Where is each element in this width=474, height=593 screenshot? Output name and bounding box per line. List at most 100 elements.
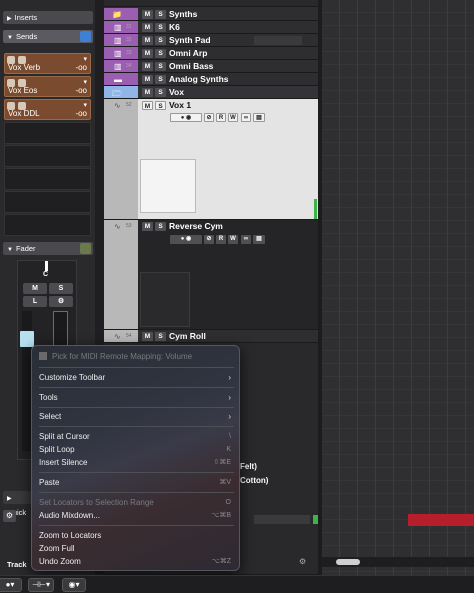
send-level[interactable]: -oo xyxy=(75,86,87,95)
mute-button[interactable]: M xyxy=(142,101,153,110)
solo-button[interactable]: S xyxy=(155,23,166,32)
menu-item-zoom-to-locators[interactable]: Zoom to Locators xyxy=(39,529,234,542)
mute-button[interactable]: M xyxy=(142,88,153,97)
mute-button[interactable]: M xyxy=(142,49,153,58)
audio-event[interactable] xyxy=(408,514,474,526)
mute-button[interactable]: M xyxy=(142,23,153,32)
snap-type-dropdown[interactable]: ⊣⊢▾ xyxy=(28,578,54,592)
waveform-icon: ∿ xyxy=(114,222,121,231)
solo-button[interactable]: S xyxy=(49,283,73,294)
track-tab[interactable]: Track xyxy=(7,560,27,569)
fader-settings-icon[interactable] xyxy=(80,243,91,254)
track-name: Synths xyxy=(169,9,198,19)
solo-button[interactable]: S xyxy=(155,10,166,19)
edit-instrument-icon[interactable]: ▤ xyxy=(253,235,265,244)
track-row[interactable]: ▥ 31 M S K6 xyxy=(104,21,322,34)
menu-item-undo-zoom[interactable]: Undo Zoom ⌥⌘Z xyxy=(39,555,234,568)
solo-button[interactable]: S xyxy=(155,75,166,84)
read-button[interactable]: R xyxy=(216,113,226,122)
read-button[interactable]: R xyxy=(216,235,226,244)
quantize-dropdown[interactable]: ◉▾ xyxy=(62,578,86,592)
arrange-grid[interactable] xyxy=(322,0,474,575)
record-mode-dropdown[interactable]: ●▾ xyxy=(0,578,22,592)
horizontal-scrollbar[interactable] xyxy=(322,557,474,567)
send-slot-empty[interactable] xyxy=(4,214,91,236)
send-slot-empty[interactable] xyxy=(4,122,91,144)
mute-button[interactable]: M xyxy=(23,283,47,294)
menu-item-split-at-cursor[interactable]: Split at Cursor \ xyxy=(39,430,234,443)
menu-item-paste[interactable]: Paste ⌘V xyxy=(39,476,234,489)
mute-button[interactable]: M xyxy=(142,222,153,231)
menu-separator xyxy=(39,472,234,473)
menu-item-split-loop[interactable]: Split Loop K xyxy=(39,443,234,456)
track-row[interactable]: ▥ 34 M S Omni Bass xyxy=(104,60,322,73)
mute-button[interactable]: M xyxy=(142,36,153,45)
track-row[interactable]: ▬ M S Analog Synths xyxy=(104,73,322,86)
output-routing-dropdown[interactable] xyxy=(254,515,310,524)
record-monitor-toggle[interactable]: ● ◉ xyxy=(170,113,202,122)
menu-item-select[interactable]: Select › xyxy=(39,410,234,423)
send-slot-3[interactable]: ▾ Vox DDL -oo xyxy=(4,99,91,120)
waveform-icon: ∿ xyxy=(114,332,121,341)
solo-button[interactable]: S xyxy=(155,49,166,58)
pan-indicator[interactable] xyxy=(45,261,48,271)
track-row[interactable]: ▥ 32 M S Synth Pad xyxy=(104,34,322,47)
track-row[interactable]: ∿ 54 M S Cym Roll xyxy=(104,330,322,343)
edit-instrument-icon[interactable]: ▤ xyxy=(253,113,265,122)
collapse-triangle-icon: ▶ xyxy=(7,16,12,22)
solo-button[interactable]: S xyxy=(155,36,166,45)
track-picture-area[interactable] xyxy=(140,159,196,213)
menu-item-audio-mixdown[interactable]: Audio Mixdown... ⌥⌘B xyxy=(39,509,234,522)
solo-button[interactable]: S xyxy=(155,332,166,341)
record-monitor-toggle[interactable]: ● ◉ xyxy=(170,235,202,244)
solo-button[interactable]: S xyxy=(155,222,166,231)
send-slot-empty[interactable] xyxy=(4,191,91,213)
track-row[interactable]: ∿ 53 M S Reverse Cym ● ◉ ⊘ R W ∞ ▤ xyxy=(104,220,322,330)
track-row[interactable]: 🗁 M S Vox xyxy=(104,86,322,99)
send-level[interactable]: -oo xyxy=(75,63,87,72)
lock-icon[interactable]: ⊘ xyxy=(204,235,214,244)
inserts-section-header[interactable]: ▶ Inserts xyxy=(3,11,93,24)
link-icon[interactable]: ∞ xyxy=(241,235,251,244)
quick-controls-header[interactable]: ▶Quick xyxy=(3,491,33,517)
lock-icon[interactable]: ⊘ xyxy=(204,113,214,122)
menu-item-customize-toolbar[interactable]: Customize Toolbar › xyxy=(39,371,234,384)
write-button[interactable]: W xyxy=(228,235,238,244)
link-icon[interactable]: ∞ xyxy=(241,113,251,122)
menu-item-zoom-full[interactable]: Zoom Full xyxy=(39,542,234,555)
fader-handle[interactable] xyxy=(20,331,34,347)
mute-button[interactable]: M xyxy=(142,332,153,341)
send-slot-2[interactable]: ▾ Vox Eos -oo xyxy=(4,76,91,97)
track-picture-area[interactable] xyxy=(140,272,190,327)
track-row[interactable]: ▥ 33 M S Omni Arp xyxy=(104,47,322,60)
write-button[interactable]: W xyxy=(228,113,238,122)
dropdown-arrow-icon[interactable]: ▾ xyxy=(83,55,87,63)
track-name: Vox 1 xyxy=(169,100,192,110)
send-slot-empty[interactable] xyxy=(4,145,91,167)
dropdown-arrow-icon[interactable]: ▾ xyxy=(83,101,87,109)
sends-bypass-icon[interactable] xyxy=(80,31,91,42)
menu-item-tools[interactable]: Tools › xyxy=(39,391,234,404)
solo-button[interactable]: S xyxy=(155,62,166,71)
edit-channel-icon[interactable]: ⚙ xyxy=(49,296,73,307)
send-slot-empty[interactable] xyxy=(4,168,91,190)
track-row-selected[interactable]: ∿ 52 M S Vox 1 ● ◉ ⊘ R W ∞ ▤ xyxy=(104,99,322,220)
listen-button[interactable]: L xyxy=(23,296,47,307)
solo-button[interactable]: S xyxy=(155,88,166,97)
output-routing-dropdown[interactable] xyxy=(254,36,302,45)
mute-button[interactable]: M xyxy=(142,75,153,84)
track-list-settings-gear-icon[interactable]: ⚙ xyxy=(299,557,306,566)
track-row[interactable]: 📁 M S Synths xyxy=(104,8,322,21)
solo-button[interactable]: S xyxy=(155,101,166,110)
gear-icon[interactable]: ⚙ xyxy=(3,510,16,522)
track-number: 52 xyxy=(126,102,132,108)
mute-button[interactable]: M xyxy=(142,62,153,71)
scrollbar-thumb[interactable] xyxy=(336,559,360,565)
menu-item-insert-silence[interactable]: Insert Silence ⇧⌘E xyxy=(39,456,234,469)
send-level[interactable]: -oo xyxy=(75,109,87,118)
dropdown-arrow-icon[interactable]: ▾ xyxy=(83,78,87,86)
mute-button[interactable]: M xyxy=(142,10,153,19)
fader-section-header[interactable]: ▼ Fader xyxy=(3,242,93,255)
send-slot-1[interactable]: ▾ Vox Verb -oo xyxy=(4,53,91,74)
sends-section-header[interactable]: ▼ Sends xyxy=(3,30,93,43)
